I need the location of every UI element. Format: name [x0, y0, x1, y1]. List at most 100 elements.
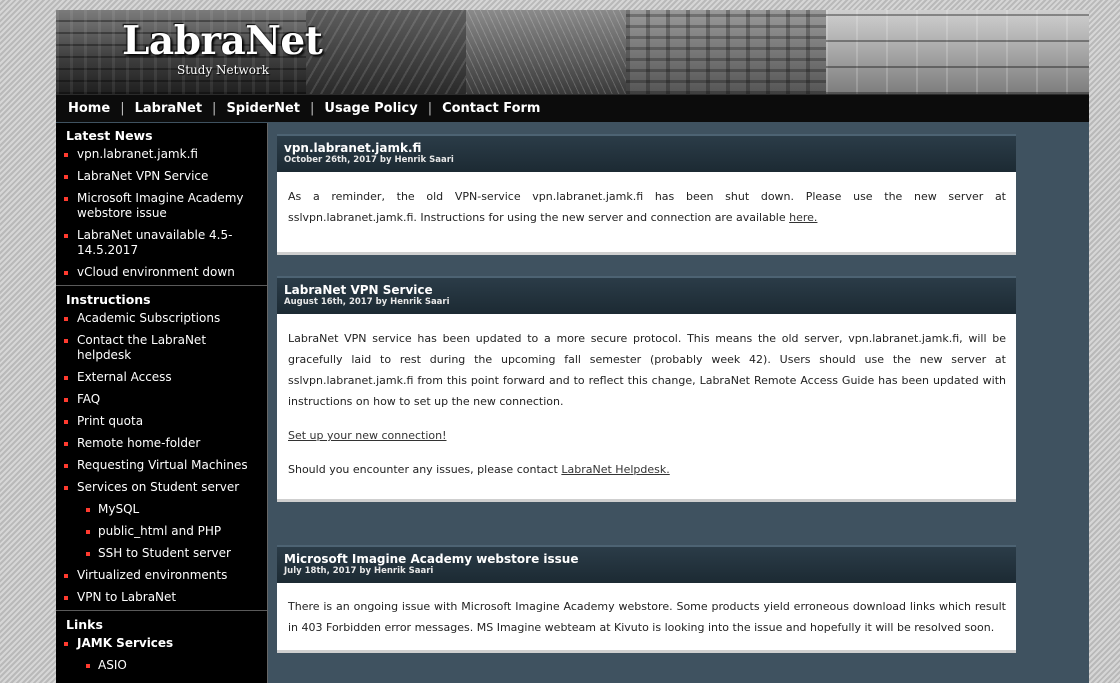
bullet-icon: [64, 339, 68, 343]
article-paragraph: LabraNet VPN service has been updated to…: [288, 332, 1006, 408]
nav-home[interactable]: Home: [68, 101, 110, 116]
news-article: vpn.labranet.jamk.fi October 26th, 2017 …: [277, 134, 1016, 255]
sidebar-item-news-vcloud[interactable]: vCloud environment down: [56, 262, 267, 284]
nav-spidernet[interactable]: SpiderNet: [226, 101, 300, 116]
bullet-icon: [64, 234, 68, 238]
sidebar-item-label: Academic Subscriptions: [77, 311, 221, 325]
sidebar-item-label: Remote home-folder: [77, 436, 201, 450]
bullet-icon: [64, 420, 68, 424]
sidebar-heading-instructions: Instructions: [66, 292, 151, 307]
banner-image-fiber: [466, 10, 626, 94]
bullet-icon: [64, 197, 68, 201]
sidebar-item-label: Requesting Virtual Machines: [77, 458, 248, 472]
sidebar-subitem-asio[interactable]: ASIO: [56, 655, 267, 677]
banner-image-cables: [306, 10, 466, 94]
page-container: LabraNet Study Network Home | LabraNet |…: [56, 10, 1089, 683]
article-header: Microsoft Imagine Academy webstore issue…: [277, 545, 1016, 583]
sidebar-item-label: Contact the LabraNet helpdesk: [77, 333, 207, 362]
sidebar-item-label: ASIO: [98, 658, 127, 672]
sidebar-item-label: MySQL: [98, 502, 140, 516]
site-logo-subtitle: Study Network: [177, 63, 269, 77]
nav-separator: |: [212, 101, 217, 116]
sidebar-item-virtualized-environments[interactable]: Virtualized environments: [56, 565, 267, 587]
sidebar-item-label: vpn.labranet.jamk.fi: [77, 147, 198, 161]
sidebar-item-label: LabraNet VPN Service: [77, 169, 209, 183]
bullet-icon: [86, 530, 90, 534]
sidebar-item-academic-subscriptions[interactable]: Academic Subscriptions: [56, 308, 267, 330]
sidebar-item-news-vpn[interactable]: vpn.labranet.jamk.fi: [56, 144, 267, 166]
sidebar-item-label: Print quota: [77, 414, 144, 428]
sidebar-item-label: SSH to Student server: [98, 546, 231, 560]
bullet-icon: [64, 271, 68, 275]
sidebar-item-virtual-machines[interactable]: Requesting Virtual Machines: [56, 455, 267, 477]
article-text: Should you encounter any issues, please …: [288, 463, 562, 476]
sidebar-item-vpn-to-labranet[interactable]: VPN to LabraNet: [56, 587, 267, 609]
sidebar: Latest News vpn.labranet.jamk.fi LabraNe…: [56, 123, 268, 683]
article-header: vpn.labranet.jamk.fi October 26th, 2017 …: [277, 134, 1016, 172]
news-article: LabraNet VPN Service August 16th, 2017 b…: [277, 276, 1016, 502]
sidebar-item-faq[interactable]: FAQ: [56, 389, 267, 411]
sidebar-item-news-unavailable[interactable]: LabraNet unavailable 4.5-14.5.2017: [56, 225, 267, 262]
setup-connection-link[interactable]: Set up your new connection!: [288, 429, 447, 442]
sidebar-subitem-ssh[interactable]: SSH to Student server: [56, 543, 267, 565]
sidebar-item-label: JAMK Services: [77, 636, 174, 650]
nav-separator: |: [120, 101, 125, 116]
article-title[interactable]: Microsoft Imagine Academy webstore issue: [284, 552, 1009, 566]
helpdesk-link[interactable]: LabraNet Helpdesk.: [561, 463, 669, 476]
article-header: LabraNet VPN Service August 16th, 2017 b…: [277, 276, 1016, 314]
article-meta: July 18th, 2017 by Henrik Saari: [284, 566, 434, 576]
article-text: As a reminder, the old VPN-service vpn.l…: [288, 190, 1006, 224]
here-link[interactable]: here.: [789, 211, 817, 224]
site-logo-title[interactable]: LabraNet: [122, 18, 323, 64]
article-body: There is an ongoing issue with Microsoft…: [277, 583, 1016, 653]
article-paragraph: Set up your new connection!: [288, 425, 1006, 446]
bullet-icon: [64, 317, 68, 321]
sidebar-item-student-server[interactable]: Services on Student server: [56, 477, 267, 499]
bullet-icon: [64, 175, 68, 179]
sidebar-item-print-quota[interactable]: Print quota: [56, 411, 267, 433]
sidebar-divider: [56, 285, 267, 286]
sidebar-item-news-imagine[interactable]: Microsoft Imagine Academy webstore issue: [56, 188, 267, 225]
article-meta: August 16th, 2017 by Henrik Saari: [284, 297, 450, 307]
sidebar-item-label: VPN to LabraNet: [77, 590, 177, 604]
article-title[interactable]: LabraNet VPN Service: [284, 283, 1009, 297]
nav-labranet[interactable]: LabraNet: [135, 101, 202, 116]
sidebar-item-label: vCloud environment down: [77, 265, 235, 279]
bullet-icon: [64, 376, 68, 380]
sidebar-item-label: Virtualized environments: [77, 568, 228, 582]
bullet-icon: [86, 664, 90, 668]
sidebar-heading-latest-news: Latest News: [66, 128, 153, 143]
bullet-icon: [64, 153, 68, 157]
nav-contact-form[interactable]: Contact Form: [442, 101, 540, 116]
sidebar-item-label: FAQ: [77, 392, 101, 406]
article-body: As a reminder, the old VPN-service vpn.l…: [277, 172, 1016, 255]
bullet-icon: [86, 552, 90, 556]
bullet-icon: [64, 596, 68, 600]
article-paragraph: Should you encounter any issues, please …: [288, 459, 1006, 480]
header-banner: LabraNet Study Network: [56, 10, 1089, 94]
main-nav: Home | LabraNet | SpiderNet | Usage Poli…: [56, 94, 1089, 122]
sidebar-item-contact-helpdesk[interactable]: Contact the LabraNet helpdesk: [56, 330, 267, 367]
sidebar-item-external-access[interactable]: External Access: [56, 367, 267, 389]
sidebar-subitem-public-html[interactable]: public_html and PHP: [56, 521, 267, 543]
nav-separator: |: [310, 101, 315, 116]
bullet-icon: [64, 642, 68, 646]
sidebar-item-remote-home-folder[interactable]: Remote home-folder: [56, 433, 267, 455]
bullet-icon: [64, 486, 68, 490]
sidebar-item-news-vpn-service[interactable]: LabraNet VPN Service: [56, 166, 267, 188]
sidebar-item-label: Services on Student server: [77, 480, 240, 494]
nav-usage-policy[interactable]: Usage Policy: [324, 101, 417, 116]
sidebar-item-label: public_html and PHP: [98, 524, 222, 538]
news-article: Microsoft Imagine Academy webstore issue…: [277, 545, 1016, 653]
sidebar-item-label: LabraNet unavailable 4.5-14.5.2017: [77, 228, 233, 257]
article-body: LabraNet VPN service has been updated to…: [277, 314, 1016, 502]
sidebar-heading-links: Links: [66, 617, 103, 632]
nav-separator: |: [427, 101, 433, 116]
bullet-icon: [64, 442, 68, 446]
sidebar-item-jamk-services[interactable]: JAMK Services: [56, 633, 267, 655]
sidebar-subitem-mysql[interactable]: MySQL: [56, 499, 267, 521]
article-title[interactable]: vpn.labranet.jamk.fi: [284, 141, 1009, 155]
sidebar-item-label: Microsoft Imagine Academy webstore issue: [77, 191, 244, 220]
article-paragraph: As a reminder, the old VPN-service vpn.l…: [288, 186, 1006, 228]
bullet-icon: [86, 508, 90, 512]
